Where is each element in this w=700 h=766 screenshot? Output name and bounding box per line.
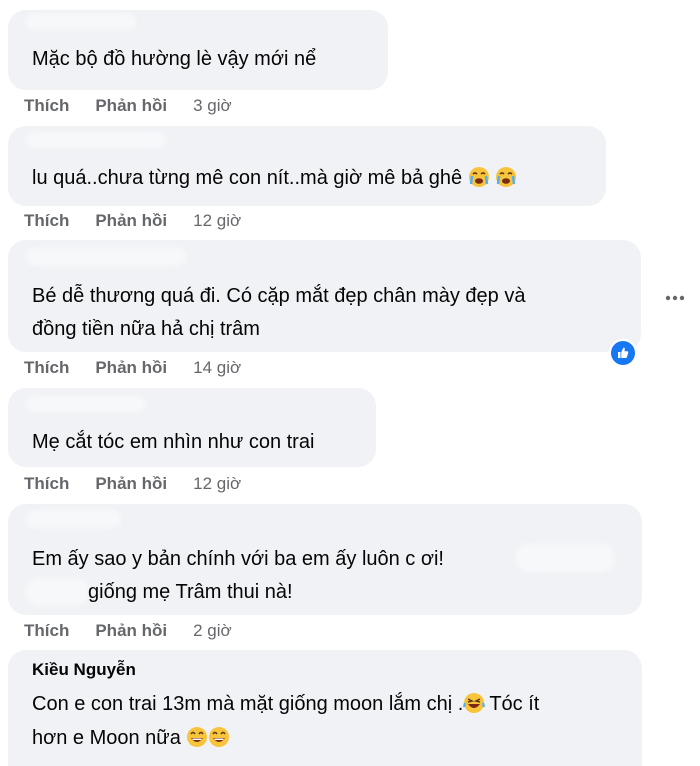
blurred-mention [516,544,614,572]
comment-actions: Thích Phản hồi 3 giờ [24,94,232,118]
comment-text: Bé dễ thương quá đi. Có cặp mắt đẹp chân… [32,285,526,340]
like-link[interactable]: Thích [24,474,69,494]
like-reaction-badge[interactable] [609,339,637,367]
reply-link[interactable]: Phản hồi [95,621,167,641]
comment-bubble: Kiều Nguyễn Con e con trai 13m mà mặt gi… [8,650,642,766]
blurred-author-name [26,14,136,30]
reply-link[interactable]: Phản hồi [95,358,167,378]
comment-text: hơn e Moon nữa [32,727,181,749]
like-link[interactable]: Thích [24,358,69,378]
reply-link[interactable]: Phản hồi [95,474,167,494]
comment-time[interactable]: 14 giờ [193,358,241,378]
grinning-face-icon [187,727,208,747]
blurred-mention [26,578,88,606]
like-link[interactable]: Thích [24,621,69,641]
blurred-author-name [26,248,186,266]
comment-actions: Thích Phản hồi 12 giờ [24,472,241,496]
blurred-author-name [26,132,166,148]
grinning-face-icon [209,727,230,747]
comment-bubble: lu quá..chưa từng mê con nít..mà giờ mê … [8,126,606,206]
comment-text: Con e con trai 13m mà mặt giống moon lắm… [32,693,464,715]
tearful-face-icon [468,167,489,187]
comment-bubble: Bé dễ thương quá đi. Có cặp mắt đẹp chân… [8,240,641,352]
tearful-face-icon [496,167,517,187]
comment-bubble: Em ấy sao y bản chính với ba em ấy luôn … [8,504,642,615]
comment-actions: Thích Phản hồi 14 giờ [24,356,241,380]
comment-time[interactable]: 2 giờ [193,621,232,641]
comment-bubble: Mẹ cắt tóc em nhìn như con trai [8,388,376,467]
comment-text: lu quá..chưa từng mê con nít..mà giờ mê … [32,167,463,189]
reply-link[interactable]: Phản hồi [95,211,167,231]
comment-actions: Thích Phản hồi 2 giờ [24,619,232,643]
reply-link[interactable]: Phản hồi [95,96,167,116]
comment-text-row: lu quá..chưa từng mê con nít..mà giờ mê … [32,162,588,195]
comment-text: Mẹ cắt tóc em nhìn như con trai [32,431,315,453]
comment-actions: Thích Phản hồi 12 giờ [24,209,241,233]
like-link[interactable]: Thích [24,96,69,116]
comment-time[interactable]: 12 giờ [193,474,241,494]
comment-text-line1: Con e con trai 13m mà mặt giống moon lắm… [32,688,624,721]
comment-time[interactable]: 3 giờ [193,96,232,116]
like-link[interactable]: Thích [24,211,69,231]
comment-text: Mặc bộ đồ hường lè vậy mới nể [32,48,317,70]
comment-text-line2: hơn e Moon nữa [32,722,624,755]
comment-bubble: Mặc bộ đồ hường lè vậy mới nể [8,10,388,90]
more-options-icon[interactable] [664,285,686,311]
comment-text-tail: Tóc ít [489,693,540,715]
comment-text-line2: giống mẹ Trâm thui nà! [88,581,293,603]
comment-author[interactable]: Kiều Nguyễn [32,660,136,680]
comment-time[interactable]: 12 giờ [193,211,241,231]
laughing-face-icon [463,693,486,713]
blurred-author-name [26,510,121,528]
like-icon [611,341,635,365]
blurred-author-name [26,396,146,412]
